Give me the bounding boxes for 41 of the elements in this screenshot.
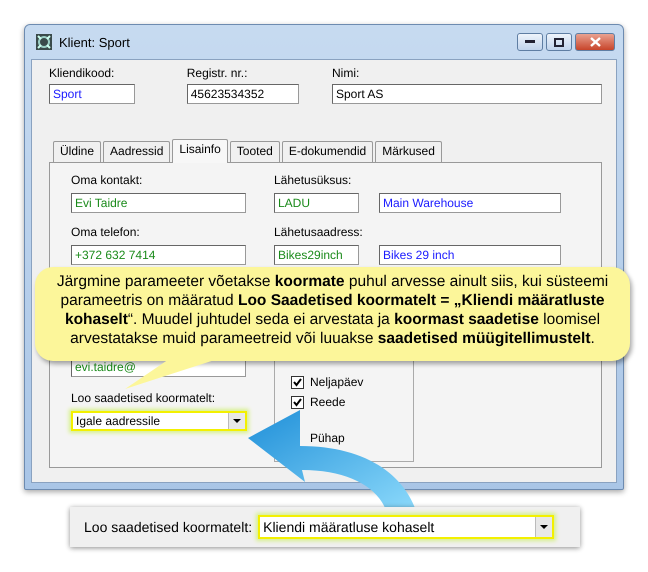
checkbox-label: Neljapäev [310, 375, 364, 389]
tab[interactable]: Aadressid [103, 141, 170, 162]
tab[interactable]: E-dokumendid [282, 141, 374, 162]
tab[interactable]: Lisainfo [172, 139, 228, 163]
minimize-button[interactable] [517, 33, 543, 51]
close-button[interactable] [575, 33, 615, 51]
input-field[interactable]: LADU [274, 193, 359, 213]
maximize-icon [554, 38, 564, 46]
dropdown[interactable]: Igale aadressile [71, 411, 247, 431]
input-field[interactable]: Sport AS [332, 84, 602, 104]
field-label: Loo saadetised koormatelt: [84, 519, 252, 535]
dropdown[interactable]: Kliendi määratluse kohaselt [258, 515, 554, 539]
app-icon [35, 33, 53, 51]
tab[interactable]: Märkused [375, 141, 442, 162]
input-field[interactable]: +372 632 7414 [71, 245, 246, 265]
maximize-button[interactable] [546, 33, 572, 51]
field-label: Oma kontakt: [71, 173, 144, 187]
dropdown-arrow-icon [539, 524, 550, 530]
input-field[interactable]: Bikes 29 inch [379, 245, 561, 265]
tab[interactable]: Tooted [230, 141, 280, 162]
checkbox-label: Reede [310, 395, 346, 409]
tab[interactable]: Üldine [53, 141, 102, 162]
field-label: Loo saadetised koormatelt: [71, 391, 216, 405]
field-label: Lähetusüksus: [274, 173, 352, 187]
input-field[interactable]: Bikes29inch [274, 245, 359, 265]
field-label: Oma telefon: [71, 225, 141, 239]
input-field[interactable]: 45623534352 [186, 84, 299, 104]
close-icon [590, 37, 600, 47]
input-field[interactable]: Evi Taidre [71, 193, 246, 213]
checkbox[interactable] [291, 376, 304, 388]
input-field[interactable]: Sport [49, 84, 135, 104]
window-title: Klient: Sport [59, 34, 130, 50]
field-label: Lähetusaadress: [274, 225, 364, 239]
dropdown-arrow-icon [232, 418, 242, 424]
field-label: Nimi: [332, 66, 360, 80]
checkbox-label: Pühap [310, 431, 345, 445]
checkbox[interactable] [291, 396, 304, 408]
minimize-icon [525, 40, 535, 44]
field-label: Kliendikood: [49, 66, 116, 80]
field-label: Registr. nr.: [186, 66, 248, 80]
input-field[interactable]: Main Warehouse [379, 193, 561, 213]
